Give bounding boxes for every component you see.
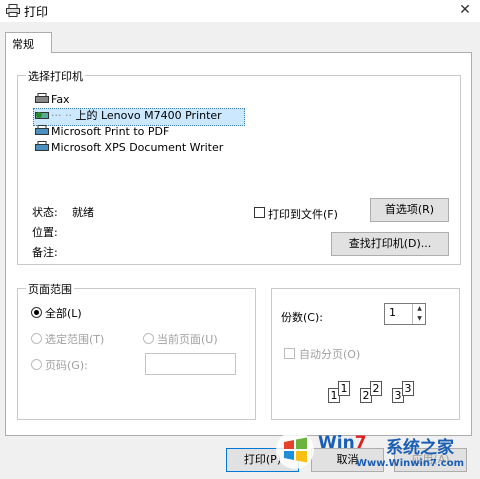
print-to-file-checkbox[interactable] [254,207,265,218]
printer-host-obscured: ··· ·· [51,109,76,122]
status-value: 就绪 [72,206,94,219]
title-bar [0,0,480,22]
watermark-brand-seven: 7 [354,433,367,453]
location-label: 位置: [32,226,58,239]
watermark-brand-cn: 系统之家 [386,438,454,458]
chevron-down-icon: ▼ [417,315,422,322]
close-button[interactable]: ✕ [450,0,480,22]
printer-item-lenovo[interactable]: ··· ·· 上的 Lenovo M7400 Printer [35,108,222,124]
all-pages-label: 全部(L) [45,307,82,320]
tab-label: 常规 [12,38,34,51]
status-label: 状态: [32,206,58,219]
printer-icon [6,4,20,17]
copies-up-button[interactable]: ▲ [412,304,426,314]
selection-label: 选定范围(T) [45,333,105,346]
copies-down-button[interactable]: ▼ [412,314,426,324]
network-printer-icon [35,112,49,119]
selection-radio[interactable] [31,333,42,344]
printer-name: Microsoft XPS Document Writer [51,141,224,154]
find-printer-button[interactable]: 查找打印机(D)... [331,232,449,256]
printer-item-fax[interactable]: Fax [35,92,70,108]
collate-icon: 1 1 2 2 3 3 [328,378,428,408]
printer-item-pdf[interactable]: Microsoft Print to PDF [35,124,169,140]
watermark-brand-win: Win [318,433,355,453]
current-page-label: 当前页面(U) [157,333,218,346]
collate-page: 2 [370,381,382,396]
copies-value: 1 [389,306,396,319]
printer-name: 上的 Lenovo M7400 Printer [75,109,222,122]
page-range-label: 页面范围 [26,281,74,297]
copies-label: 份数(C): [281,311,323,324]
watermark-url: Www.Winwin7.com [356,458,465,469]
watermark-brand: Win7 [318,433,367,453]
comment-label: 备注: [32,246,58,259]
window-title: 打印 [24,5,49,19]
pages-radio[interactable] [31,359,42,370]
printer-item-xps[interactable]: Microsoft XPS Document Writer [35,140,223,156]
printer-name: Microsoft Print to PDF [51,125,170,138]
printer-name: Fax [51,93,70,106]
all-pages-radio[interactable] [31,307,42,318]
collate-checkbox[interactable] [284,348,295,359]
windows-logo-icon [276,431,314,469]
pages-input[interactable] [145,353,236,375]
preferences-button[interactable]: 首选项(R) [370,198,449,222]
print-to-file-label: 打印到文件(F) [268,208,338,221]
pages-label: 页码(G): [45,359,88,372]
printer-icon [35,125,49,135]
tab-general[interactable]: 常规 [5,32,52,53]
select-printer-label: 选择打印机 [26,68,85,84]
printer-icon [35,141,49,151]
collate-page: 3 [402,381,414,396]
fax-icon [35,93,49,103]
chevron-up-icon: ▲ [417,305,422,312]
close-icon: ✕ [459,2,471,18]
current-page-radio[interactable] [143,333,154,344]
collate-label: 自动分页(O) [299,348,361,361]
collate-page: 1 [338,381,350,396]
